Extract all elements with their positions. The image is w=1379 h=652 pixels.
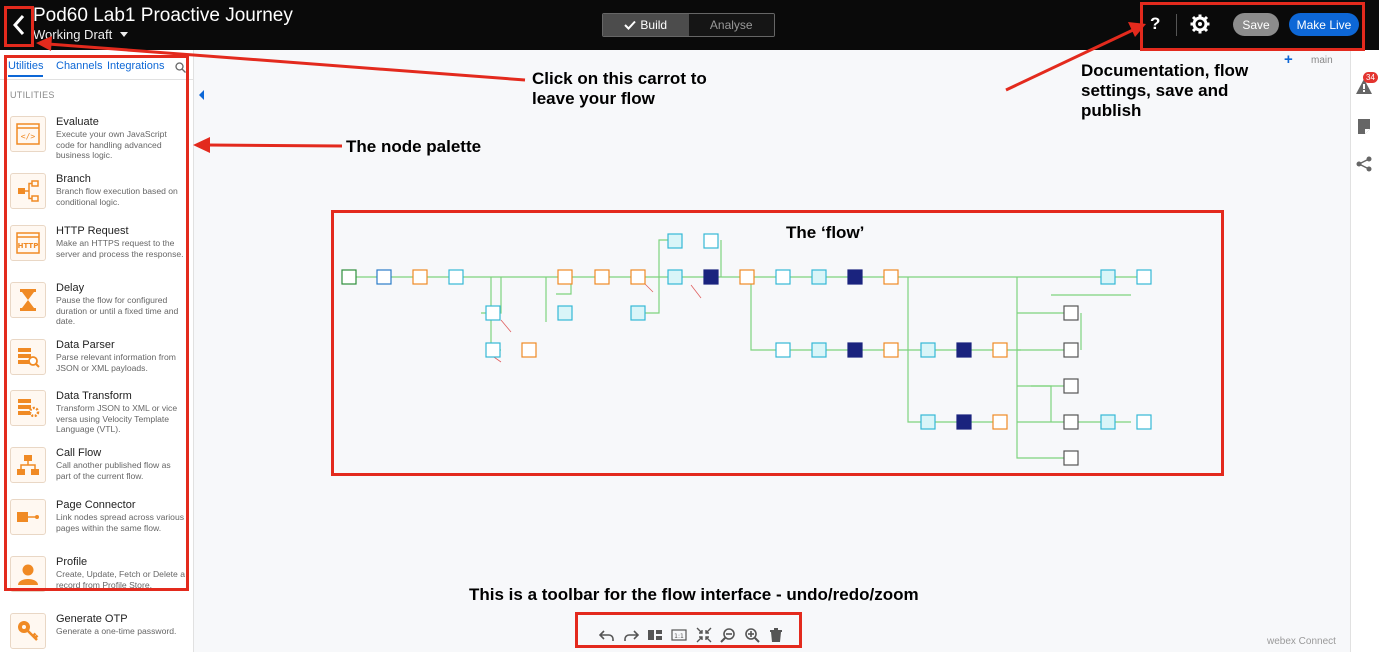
node-description: Link nodes spread across various pages w… [56, 512, 185, 533]
node-description: Execute your own JavaScript code for han… [56, 129, 167, 160]
node-name: Branch [56, 173, 91, 185]
svg-text:</>: </> [21, 132, 36, 141]
back-button[interactable] [8, 10, 30, 40]
palette-node-evaluate[interactable]: </> Evaluate Execute your own JavaScript… [10, 116, 190, 166]
tab-integrations[interactable]: Integrations [107, 60, 164, 72]
collapse-palette-icon[interactable] [196, 88, 206, 102]
node-palette: Utilities Channels Integrations UTILITIE… [0, 50, 194, 652]
add-page-icon[interactable]: + [1284, 51, 1293, 68]
node-name: Delay [56, 282, 85, 294]
annotation-flow: The ‘flow’ [786, 223, 865, 242]
notes-icon[interactable] [1355, 117, 1373, 135]
node-name: Data Transform [56, 390, 132, 402]
fit-screen-icon[interactable] [696, 627, 712, 643]
build-mode-button[interactable]: Build [603, 14, 689, 36]
palette-node-branch[interactable]: Branch Branch flow execution based on co… [10, 173, 190, 223]
section-label: UTILITIES [10, 90, 55, 100]
annotation-toolbar: This is a toolbar for the flow interface… [469, 585, 919, 604]
svg-text:HTTP: HTTP [18, 242, 39, 250]
brand-logo: webex Connect [1267, 636, 1336, 647]
node-name: Generate OTP [56, 613, 128, 625]
palette-node-data-transform[interactable]: Data Transform Transform JSON to XML or … [10, 390, 190, 440]
page-connector-icon [10, 499, 46, 535]
help-icon[interactable]: ? [1150, 14, 1160, 34]
http-icon: HTTP [10, 225, 46, 261]
mode-toggle: Build Analyse [602, 13, 775, 37]
palette-node-data-parser[interactable]: Data Parser Parse relevant information f… [10, 339, 190, 389]
trash-icon[interactable] [768, 627, 784, 643]
make-live-button[interactable]: Make Live [1289, 13, 1359, 36]
flow-status-dropdown[interactable]: Working Draft [33, 27, 129, 42]
flow-status-label: Working Draft [33, 27, 113, 42]
palette-node-delay[interactable]: Delay Pause the flow for configured dura… [10, 282, 190, 332]
flow-title: Pod60 Lab1 Proactive Journey [33, 5, 293, 26]
gear-icon[interactable] [1190, 14, 1210, 34]
node-description: Make an HTTPS request to the server and … [56, 238, 184, 259]
node-description: Create, Update, Fetch or Delete a record… [56, 569, 185, 590]
node-description: Branch flow execution based on condition… [56, 186, 178, 207]
palette-node-profile[interactable]: Profile Create, Update, Fetch or Delete … [10, 556, 190, 606]
flow-toolbar: 1:1 [595, 624, 788, 646]
annotation-carrot: Click on this carrot to leave your flow [532, 69, 707, 108]
node-name: Data Parser [56, 339, 115, 351]
profile-icon [10, 556, 46, 592]
node-name: Page Connector [56, 499, 136, 511]
branch-icon [10, 173, 46, 209]
palette-node-http-request[interactable]: HTTP HTTP Request Make an HTTPS request … [10, 225, 190, 275]
annotation-palette: The node palette [346, 137, 482, 156]
node-description: Generate a one-time password. [56, 626, 177, 636]
alert-count-badge: 34 [1363, 72, 1378, 83]
palette-node-page-connector[interactable]: Page Connector Link nodes spread across … [10, 499, 190, 549]
tab-utilities[interactable]: Utilities [8, 60, 44, 77]
search-icon[interactable] [175, 62, 186, 73]
node-description: Parse relevant information from JSON or … [56, 352, 176, 373]
node-name: Call Flow [56, 447, 102, 459]
hourglass-icon [10, 282, 46, 318]
layout-icon[interactable] [647, 627, 663, 643]
tab-channels[interactable]: Channels [56, 60, 102, 72]
flow-diagram[interactable] [331, 210, 1224, 476]
svg-text:1:1: 1:1 [675, 633, 685, 640]
node-name: HTTP Request [56, 225, 129, 237]
call-flow-icon [10, 447, 46, 483]
analyse-mode-button[interactable]: Analyse [688, 14, 774, 36]
code-icon: </> [10, 116, 46, 152]
annotation-settings: Documentation, flow settings, save and p… [1081, 61, 1249, 120]
palette-node-generate-otp[interactable]: Generate OTP Generate a one-time passwor… [10, 613, 190, 652]
save-button[interactable]: Save [1233, 13, 1279, 36]
node-name: Profile [56, 556, 88, 568]
node-description: Pause the flow for configured duration o… [56, 295, 179, 326]
caret-down-icon [120, 32, 129, 37]
node-name: Evaluate [56, 116, 99, 128]
undo-icon[interactable] [599, 627, 615, 643]
page-name[interactable]: main [1311, 55, 1333, 66]
right-rail [1350, 50, 1379, 652]
data-transform-icon [10, 390, 46, 426]
chevron-left-icon [12, 15, 25, 35]
redo-icon[interactable] [623, 627, 640, 643]
palette-tabs: Utilities Channels Integrations [0, 58, 194, 80]
node-description: Call another published flow as part of t… [56, 460, 171, 481]
app-header: Pod60 Lab1 Proactive Journey Working Dra… [0, 0, 1379, 50]
key-icon [10, 613, 46, 649]
data-parser-icon [10, 339, 46, 375]
share-icon[interactable] [1355, 155, 1373, 173]
header-divider [1176, 14, 1177, 36]
node-description: Transform JSON to XML or vice versa usin… [56, 403, 178, 434]
zoom-in-icon[interactable] [744, 627, 760, 643]
palette-node-call-flow[interactable]: Call Flow Call another published flow as… [10, 447, 190, 497]
actual-size-icon[interactable]: 1:1 [671, 627, 688, 643]
zoom-out-icon[interactable] [719, 627, 736, 643]
check-icon [624, 20, 637, 30]
